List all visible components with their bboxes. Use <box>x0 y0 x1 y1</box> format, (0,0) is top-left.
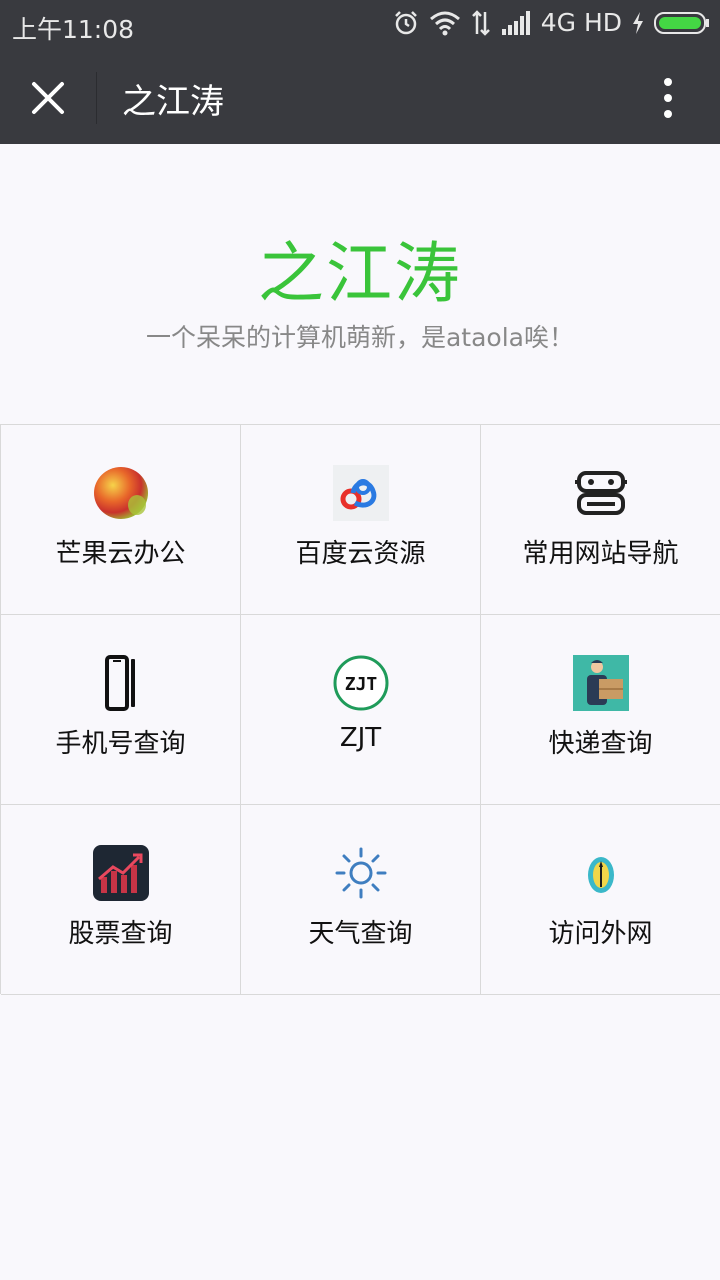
status-icons: 4G HD <box>393 8 710 37</box>
menu-item-label: 天气查询 <box>308 919 413 949</box>
status-time: 上午11:08 <box>12 15 135 44</box>
sun-icon <box>335 847 386 899</box>
status-bar: 上午11:08 4G HD <box>0 0 720 52</box>
menu-item-mango-cloud[interactable]: 芒果云办公 <box>1 425 241 615</box>
more-options-icon[interactable] <box>656 76 680 120</box>
hero-subtitle: 一个呆呆的计算机萌新，是ataola唉！ <box>145 323 574 352</box>
data-transfer-icon <box>471 9 490 36</box>
close-icon[interactable] <box>26 76 70 120</box>
menu-item-visit-external[interactable]: 访问外网 <box>481 805 720 995</box>
charging-icon <box>633 11 643 34</box>
menu-item-zjt[interactable]: ZJT ZJT <box>241 615 481 805</box>
menu-item-label: 股票查询 <box>68 919 173 949</box>
svg-text:ZJT: ZJT <box>344 674 377 695</box>
phone-icon <box>104 655 135 711</box>
mango-icon <box>93 467 148 519</box>
robot-navigation-icon <box>574 471 627 515</box>
menu-item-label: 百度云资源 <box>295 539 426 569</box>
menu-item-phone-lookup[interactable]: 手机号查询 <box>1 615 241 805</box>
menu-item-label: 快递查询 <box>548 729 653 759</box>
zjt-logo-icon: ZJT <box>333 655 388 711</box>
menu-item-label: 常用网站导航 <box>522 539 679 569</box>
menu-item-label: ZJT <box>339 723 382 753</box>
stock-chart-icon <box>92 845 149 901</box>
menu-item-label: 芒果云办公 <box>55 539 186 569</box>
battery-icon <box>654 11 709 34</box>
menu-item-label: 访问外网 <box>548 919 653 949</box>
menu-item-baidu-cloud[interactable]: 百度云资源 <box>241 425 481 615</box>
menu-item-label: 手机号查询 <box>55 729 186 759</box>
menu-item-express-lookup[interactable]: 快递查询 <box>481 615 720 805</box>
alarm-icon <box>394 10 417 34</box>
menu-grid: 芒果云办公 百度云资源 常用网站导航 手机号查询 ZJT ZJT 快递查询 股票… <box>0 424 720 995</box>
hero-title: 之江涛 <box>258 235 462 312</box>
baidu-cloud-icon <box>332 465 389 521</box>
rocket-icon <box>587 857 614 893</box>
menu-item-stock-lookup[interactable]: 股票查询 <box>1 805 241 995</box>
delivery-person-icon <box>572 655 629 711</box>
signal-icon <box>501 10 530 35</box>
menu-item-weather-lookup[interactable]: 天气查询 <box>241 805 481 995</box>
page-title: 之江涛 <box>122 82 224 122</box>
title-bar: 之江涛 <box>0 52 720 144</box>
menu-item-site-navigation[interactable]: 常用网站导航 <box>481 425 720 615</box>
title-divider <box>96 72 97 124</box>
wifi-icon <box>429 11 460 35</box>
network-label: 4G HD <box>540 8 622 37</box>
